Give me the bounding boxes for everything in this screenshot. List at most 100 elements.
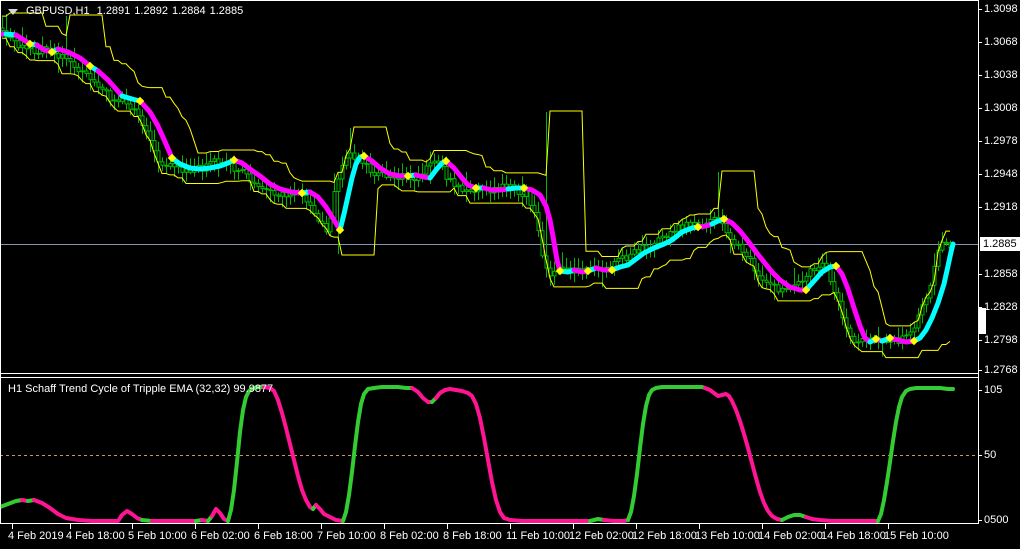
candle — [72, 61, 77, 68]
stc-segment-up — [0, 498, 24, 509]
candle — [772, 283, 777, 286]
candle — [668, 231, 673, 238]
candle — [852, 335, 857, 344]
candle — [268, 188, 273, 191]
candle — [744, 251, 749, 258]
candle — [332, 191, 337, 219]
candle — [636, 249, 641, 254]
candle — [212, 158, 217, 163]
candle — [136, 108, 141, 117]
ohlc-high: 1.2892 — [134, 5, 168, 17]
candle — [468, 189, 473, 192]
stc-segment-down — [410, 386, 434, 404]
candle — [20, 44, 25, 49]
candle — [424, 165, 429, 175]
candle — [256, 183, 261, 187]
candle — [100, 86, 105, 90]
candle — [216, 158, 221, 165]
time-axis-label: 13 Feb 10:00 — [695, 530, 760, 542]
candle — [632, 249, 637, 255]
ohlc-close: 1.2885 — [209, 5, 244, 17]
time-axis-label: 14 Feb 02:00 — [758, 530, 823, 542]
symbol-dropdown-icon[interactable] — [8, 9, 18, 15]
candle — [112, 99, 117, 102]
candle — [464, 189, 469, 193]
candle — [832, 281, 837, 294]
candle — [764, 279, 769, 283]
candle — [768, 281, 773, 285]
candle — [208, 161, 213, 165]
candle — [800, 280, 805, 283]
candle — [336, 178, 341, 193]
indicator-axis-label: 105 — [984, 384, 1003, 396]
candle — [528, 190, 533, 206]
stc-segment-up — [588, 517, 606, 523]
candle — [748, 256, 753, 260]
candle — [64, 53, 69, 60]
candle — [532, 204, 537, 213]
candle — [128, 103, 133, 110]
candle — [260, 185, 265, 190]
stc-segment-up — [226, 385, 266, 523]
candle — [80, 70, 85, 73]
stc-segment-down — [210, 507, 230, 523]
candle — [36, 52, 41, 55]
candle — [564, 267, 569, 270]
mt4-chart-window: GBPUSD,H1 1.2891 1.2892 1.2884 1.2885 H1 Sc… — [0, 0, 1020, 549]
candle — [524, 190, 529, 198]
candle — [308, 201, 313, 206]
candle — [796, 281, 801, 286]
candle — [760, 275, 765, 281]
candle — [88, 72, 93, 81]
price-axis-label: 1.3068 — [984, 36, 1018, 48]
candle — [156, 150, 161, 163]
signal-markers-layer — [25, 39, 919, 346]
candle — [784, 287, 789, 291]
candle — [92, 79, 97, 83]
candle — [616, 257, 621, 263]
stc-segment-down — [602, 518, 630, 523]
symbol-label: GBPUSD,H1 — [26, 5, 90, 17]
candle — [812, 268, 817, 272]
time-axis-label: 12 Feb 18:00 — [632, 530, 697, 542]
candle — [56, 52, 61, 59]
candle — [412, 178, 417, 182]
price-axis-label: 1.2798 — [984, 334, 1018, 346]
candle — [908, 331, 913, 336]
tema-segment-down — [231, 157, 305, 196]
indicator-axis-label: 0500 — [984, 514, 1009, 526]
candle — [68, 58, 73, 63]
candle — [732, 238, 737, 246]
candle — [780, 287, 785, 293]
price-axis-label: 1.3008 — [984, 102, 1018, 114]
candle — [372, 171, 377, 177]
candle — [456, 184, 461, 188]
time-axis-label: 8 Feb 18:00 — [443, 530, 502, 542]
candle — [448, 178, 453, 181]
candle — [620, 255, 625, 259]
tema-segment-up — [609, 224, 701, 273]
stc-segment-up — [626, 385, 707, 522]
candle — [740, 243, 745, 253]
candle — [428, 162, 433, 167]
price-axis-label: 1.2828 — [984, 301, 1018, 313]
current-price-tag: 1.2885 — [980, 237, 1020, 251]
candle — [432, 160, 437, 164]
stc-segment-up — [876, 386, 955, 523]
candle — [452, 178, 457, 188]
chart-canvas[interactable] — [0, 0, 1020, 549]
candle — [24, 44, 29, 50]
candle — [236, 170, 241, 173]
candle — [912, 327, 917, 333]
candle — [312, 204, 317, 214]
candle — [0, 27, 5, 32]
price-axis-label: 1.2858 — [984, 268, 1018, 280]
candle — [904, 334, 909, 337]
candle — [856, 341, 861, 344]
candle — [724, 223, 729, 234]
candle — [252, 181, 257, 185]
time-axis-label: 11 Feb 10:00 — [506, 530, 571, 542]
channel-lower-line — [2, 37, 951, 359]
candle — [96, 81, 101, 88]
candle — [656, 237, 661, 244]
